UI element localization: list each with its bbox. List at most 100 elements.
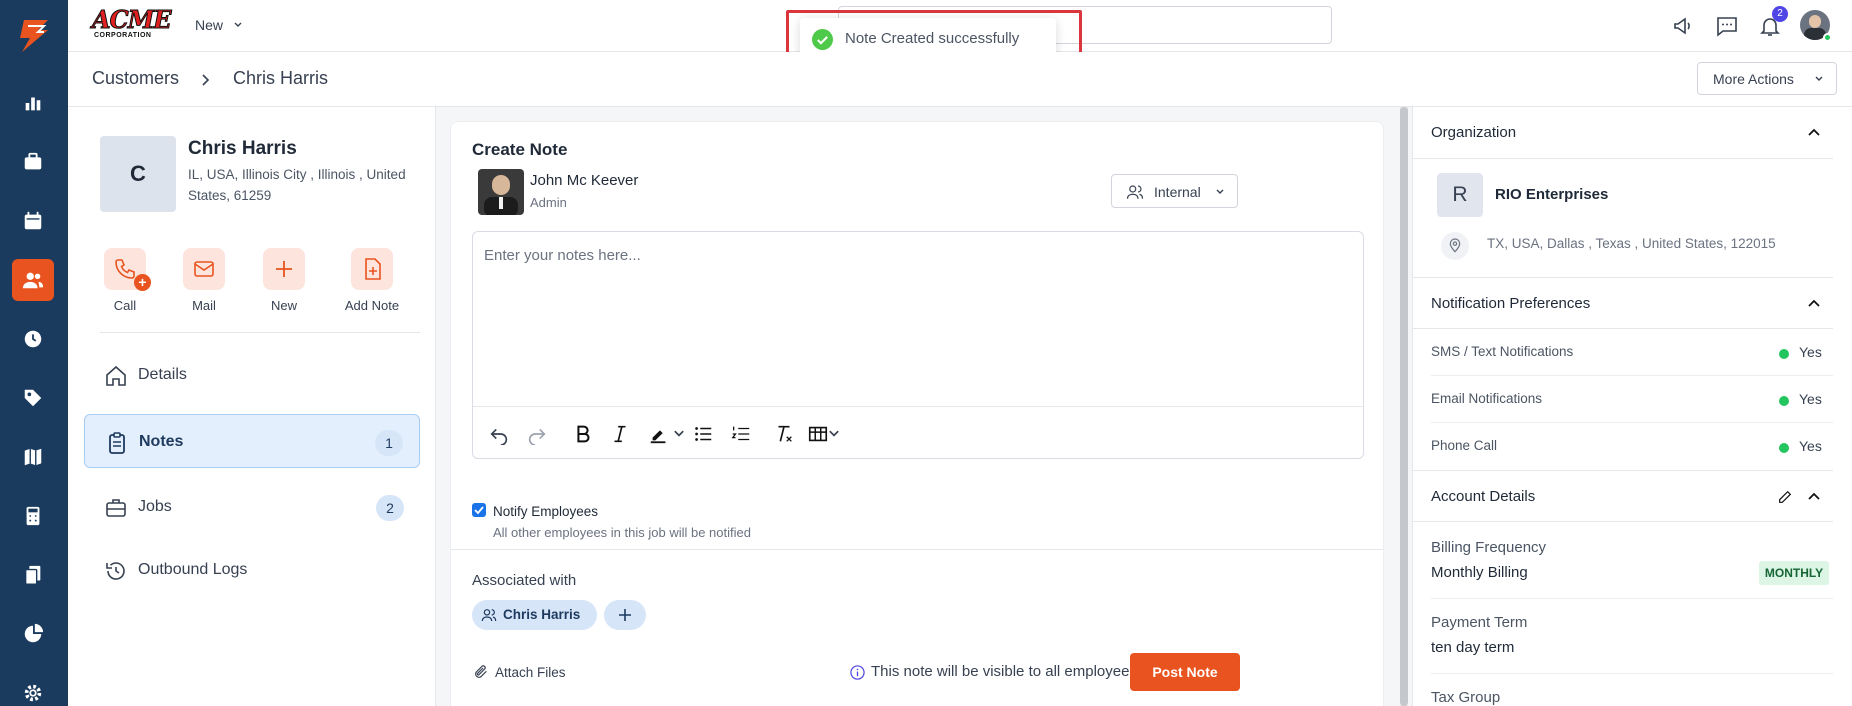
table-icon[interactable] [807,423,829,445]
payment-term-label: Payment Term [1431,614,1528,631]
reports-nav-icon[interactable] [12,82,54,124]
details-panel: Organization R RIO Enterprises TX, USA, … [1412,107,1852,706]
status-dot [1779,396,1789,406]
mail-button[interactable] [183,248,225,290]
divider [451,549,1383,550]
bullet-list-icon[interactable] [692,423,714,445]
add-note-icon [365,258,381,280]
status-dot [1779,349,1789,359]
billing-frequency-value: Monthly Billing [1431,564,1528,581]
customers-nav-icon[interactable] [12,259,54,301]
notification-count-badge: 2 [1772,6,1788,22]
bold-icon[interactable] [572,423,594,445]
notification-preferences-header[interactable]: Notification Preferences [1413,277,1833,329]
edit-pencil-icon[interactable] [1777,489,1793,505]
plus-icon [276,261,292,277]
new-menu-button[interactable]: New [195,17,243,33]
billing-frequency-label: Billing Frequency [1431,539,1547,556]
tax-group-label: Tax Group [1431,689,1501,706]
info-icon [850,665,865,680]
jobs-nav-icon[interactable] [12,141,54,183]
call-label: Call [113,298,137,313]
associated-chip[interactable]: Chris Harris [472,600,597,630]
call-button[interactable]: + [104,248,151,291]
scrollbar[interactable] [1400,107,1408,706]
customer-address-line2: States, 61259 [188,188,272,203]
calculator-nav-icon[interactable] [12,495,54,537]
company-logo[interactable]: ACME CORPORATION [92,7,173,44]
associated-title: Associated with [472,572,577,589]
tag-nav-icon[interactable] [12,377,54,419]
sms-notification-row: SMS / Text Notifications Yes [1431,329,1833,376]
check-circle-icon [812,29,833,50]
analytics-nav-icon[interactable] [12,613,54,655]
clear-format-icon[interactable] [773,423,795,445]
users-icon [1126,185,1144,199]
settings-nav-icon[interactable] [12,672,54,706]
numbered-list-icon[interactable] [730,423,752,445]
documents-nav-icon[interactable] [12,554,54,596]
menu-item-outbound-logs[interactable]: Outbound Logs [84,543,420,597]
account-details-header[interactable]: Account Details [1413,470,1833,522]
history-icon [106,562,125,580]
chevron-down-icon [234,22,242,27]
menu-item-notes[interactable]: Notes 1 [84,414,420,468]
chevron-down-icon [1216,189,1224,194]
chevron-right-icon [202,74,210,86]
undo-icon[interactable] [488,423,510,445]
redo-icon[interactable] [526,423,548,445]
add-association-button[interactable] [604,600,646,630]
organization-avatar: R [1437,173,1483,217]
plus-icon [619,609,631,621]
chevron-down-icon[interactable] [827,427,841,441]
notes-count-badge: 1 [375,430,403,456]
add-note-button[interactable] [351,248,393,290]
menu-item-details[interactable]: Details [84,348,420,402]
chevron-down-icon [1815,76,1823,81]
create-note-title: Create Note [472,140,568,159]
note-editor: Enter your notes here... [472,231,1364,459]
author-name: John Mc Keever [530,172,639,189]
author-avatar [478,169,524,215]
new-label: New [270,298,297,313]
email-notification-row: Email Notifications Yes [1431,376,1833,423]
announcement-icon[interactable] [1672,14,1696,38]
checkmark-icon [474,506,484,515]
chat-icon[interactable] [1715,14,1739,38]
phone-plus-icon [115,259,135,279]
customer-address-line1: IL, USA, Illinois City , Illinois , Unit… [188,167,406,182]
divider [1431,673,1833,674]
time-nav-icon[interactable] [12,318,54,360]
more-actions-button[interactable]: More Actions [1697,62,1837,95]
map-nav-icon[interactable] [12,436,54,478]
italic-icon[interactable] [609,423,631,445]
notify-checkbox[interactable] [472,503,486,517]
add-note-label: Add Note [344,298,400,313]
chevron-up-icon[interactable] [1807,489,1821,503]
create-note-card: Create Note John Mc Keever Admin Interna… [450,121,1384,706]
note-panel: Create Note John Mc Keever Admin Interna… [436,107,1404,706]
organization-header[interactable]: Organization [1413,107,1833,159]
visibility-select[interactable]: Internal [1111,174,1238,208]
new-button[interactable] [263,248,305,290]
divider [100,332,420,333]
highlight-icon[interactable] [648,423,670,445]
calendar-nav-icon[interactable] [12,200,54,242]
breadcrumb-customers-link[interactable]: Customers [92,68,179,89]
chevron-up-icon[interactable] [1807,296,1821,310]
online-status-dot [1823,33,1832,42]
post-note-button[interactable]: Post Note [1130,653,1240,691]
clipboard-icon [109,432,125,454]
note-textarea[interactable]: Enter your notes here... [484,247,641,264]
attach-files-link[interactable]: Attach Files [495,665,566,680]
menu-item-jobs[interactable]: Jobs 2 [84,480,420,534]
organization-address: TX, USA, Dallas , Texas , United States,… [1487,236,1776,251]
organization-name[interactable]: RIO Enterprises [1495,186,1608,203]
chevron-up-icon[interactable] [1807,125,1821,139]
chevron-down-icon[interactable] [672,427,686,441]
paperclip-icon[interactable] [473,664,489,680]
phone-call-row: Phone Call Yes [1431,438,1822,454]
app-logo-icon[interactable] [14,16,54,56]
notify-label: Notify Employees [493,504,599,519]
briefcase-icon [106,499,126,517]
